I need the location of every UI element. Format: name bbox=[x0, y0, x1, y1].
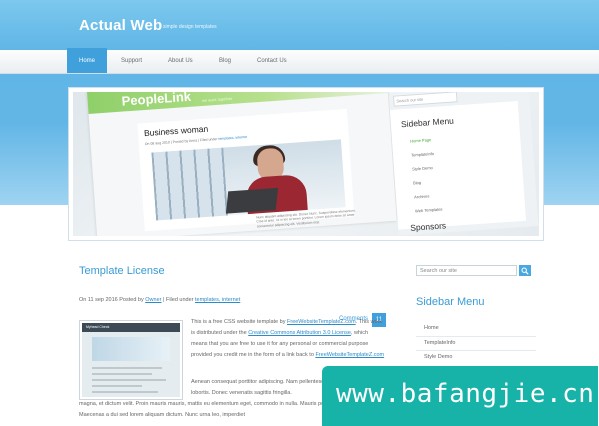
search-input[interactable]: Search our site bbox=[416, 265, 517, 276]
slide-sidebar-item: Web Templates bbox=[414, 206, 443, 214]
slide-sidebar-item: Archives bbox=[413, 193, 430, 200]
slide-sidebar-item: TemplateInfo bbox=[411, 151, 435, 158]
slide-sponsors-title: Sponsors bbox=[409, 220, 447, 233]
slide-post-meta-text: On 08 aug 2010 | Posted by Anna | Filed … bbox=[144, 137, 218, 147]
slide-sidebar-item: Blog bbox=[412, 179, 422, 186]
nav-contact-us[interactable]: Contact Us bbox=[257, 50, 287, 73]
slide-sidebar-item: Home Page bbox=[410, 137, 432, 144]
nav-home[interactable]: Home bbox=[67, 48, 107, 73]
nav-about-us[interactable]: About Us bbox=[168, 50, 193, 73]
freewebsitetemplatez-link[interactable]: FreeWebsiteTemplateZ.com bbox=[287, 319, 356, 325]
nav-support[interactable]: Support bbox=[121, 50, 142, 73]
slide-post: Business woman On 08 aug 2010 | Posted b… bbox=[137, 108, 356, 232]
post-author-link[interactable]: Owner bbox=[145, 297, 161, 303]
slide-template-preview: PeopleLink we work together Business wom… bbox=[87, 92, 397, 236]
watermark-text: www.bafangjie.cn bbox=[336, 379, 595, 409]
slide-search: Search our site bbox=[392, 92, 458, 107]
thumb-header-text: Myhead Check bbox=[86, 325, 110, 329]
cc-license-link[interactable]: Creative Commons Attribution 3.0 License bbox=[248, 330, 351, 336]
main-nav: Home Support About Us Blog Contact Us bbox=[0, 48, 599, 74]
site-tagline: simple design templates bbox=[163, 24, 217, 30]
sidebar-title: Sidebar Menu bbox=[416, 296, 485, 308]
slide-logo: PeopleLink bbox=[121, 92, 192, 109]
freewebsitetemplatez-link-2[interactable]: FreeWebsiteTemplateZ.com bbox=[315, 352, 384, 358]
slide-post-meta-links: templates, internet bbox=[218, 134, 248, 141]
site-title[interactable]: Actual Web bbox=[79, 17, 162, 34]
post-tags-link[interactable]: templates, internet bbox=[195, 297, 240, 303]
post-meta: On 11 sep 2016 Posted by Owner | Filed u… bbox=[79, 297, 240, 303]
post-paragraph-1: This is a free CSS website template by F… bbox=[191, 319, 385, 358]
brand: Actual Web simple design templates bbox=[79, 17, 217, 34]
business-woman-photo bbox=[151, 139, 346, 221]
slide-sidebar-title: Sidebar Menu bbox=[400, 115, 455, 130]
slide-sidebar: Search our site Sidebar Menu Home Page T… bbox=[389, 92, 539, 236]
post-thumbnail[interactable]: Myhead Check bbox=[79, 320, 183, 400]
slider-image: PeopleLink we work together Business wom… bbox=[73, 92, 539, 236]
slide-post-title: Business woman bbox=[143, 123, 209, 139]
slide-sidebar-item: Style Demo bbox=[411, 165, 433, 172]
nav-blog[interactable]: Blog bbox=[219, 50, 231, 73]
sidebar-item-style-demo[interactable]: Style Demo bbox=[424, 354, 452, 360]
featured-slider[interactable]: PeopleLink we work together Business wom… bbox=[68, 87, 544, 241]
post-filed-label: | Filed under bbox=[163, 297, 194, 303]
sidebar-item-templateinfo[interactable]: TemplateInfo bbox=[424, 340, 456, 346]
post-title[interactable]: Template License bbox=[79, 265, 165, 277]
search-icon[interactable] bbox=[519, 265, 531, 276]
post-date: On 11 sep 2016 Posted by bbox=[79, 297, 144, 303]
slide-sidebar-box: Sidebar Menu Home Page TemplateInfo Styl… bbox=[389, 101, 527, 230]
sidebar-item-home[interactable]: Home bbox=[424, 325, 439, 331]
slide-logo-sub: we work together bbox=[201, 95, 233, 104]
watermark-banner: www.bafangjie.cn bbox=[322, 366, 598, 426]
